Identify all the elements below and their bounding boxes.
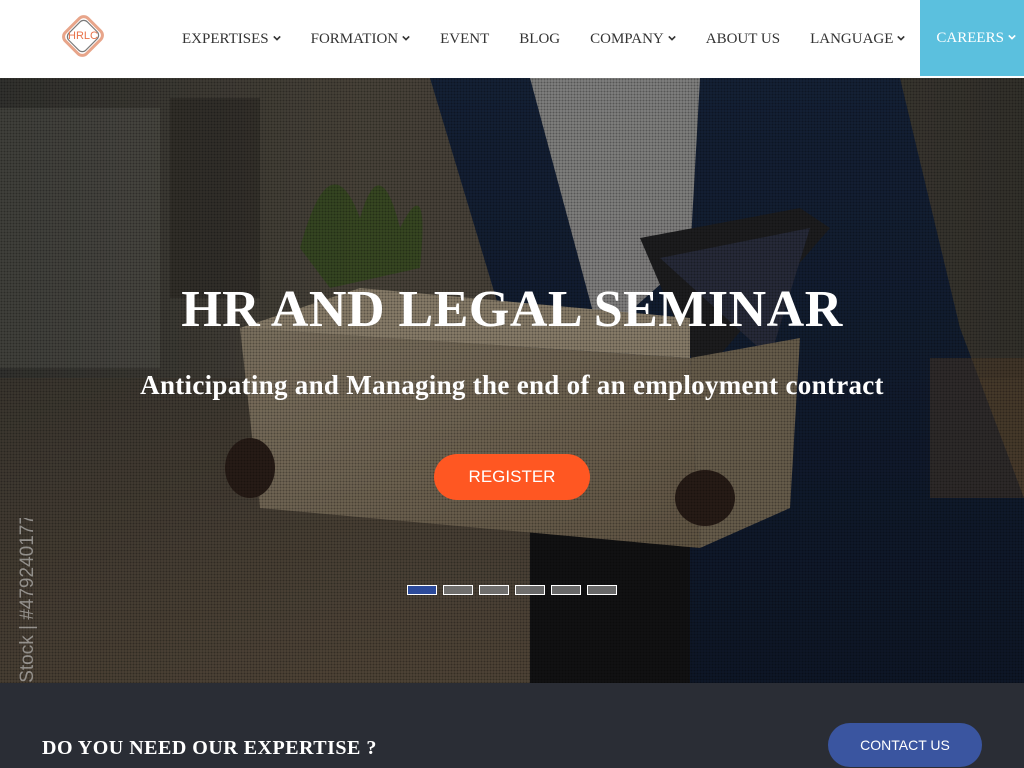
menu-event-label: EVENT [440,30,490,47]
chevron-down-icon [897,35,906,41]
menu-expertises[interactable]: EXPERTISES [167,0,296,78]
expertise-question: DO YOU NEED OUR EXPERTISE ? [42,737,377,759]
expertise-cta-section: DO YOU NEED OUR EXPERTISE ? CONTACT US [0,683,1024,768]
main-menu: EXPERTISES FORMATION EVENT BLOG COMPANY … [167,0,1024,78]
menu-formation-label: FORMATION [310,30,399,47]
menu-expertises-label: EXPERTISES [182,30,269,47]
carousel-indicator[interactable] [479,585,509,595]
menu-careers[interactable]: CAREERS [920,0,1024,76]
company-logo[interactable]: HRLC [60,12,106,60]
top-navbar: HRLC EXPERTISES FORMATION EVENT BLOG COM… [0,0,1024,78]
carousel-indicator[interactable] [443,585,473,595]
carousel-indicator[interactable] [551,585,581,595]
logo-text: HRLC [68,30,98,42]
carousel-indicator[interactable] [587,585,617,595]
chevron-down-icon [402,35,410,41]
contact-us-button[interactable]: CONTACT US [828,723,982,767]
chevron-down-icon [272,35,281,41]
menu-careers-label: CAREERS [936,29,1004,46]
menu-about-us[interactable]: ABOUT US [691,0,795,78]
chevron-down-icon [1008,34,1016,40]
hero-subtitle: Anticipating and Managing the end of an … [140,370,884,400]
menu-formation[interactable]: FORMATION [296,0,426,78]
register-button[interactable]: REGISTER [434,454,590,500]
menu-company[interactable]: COMPANY [575,0,691,78]
hero-title: HR AND LEGAL SEMINAR [181,281,843,338]
carousel-indicator[interactable] [515,585,545,595]
stock-watermark: Adobe Stock | #479240177 [17,518,38,683]
menu-language[interactable]: LANGUAGE [795,0,920,78]
menu-blog-label: BLOG [519,30,561,47]
stock-watermark-text: Adobe Stock | #479240177 [17,518,38,683]
menu-language-label: LANGUAGE [810,30,894,47]
menu-about-us-label: ABOUT US [705,30,781,47]
carousel-indicators [407,585,617,595]
menu-blog[interactable]: BLOG [504,0,575,78]
chevron-down-icon [667,35,676,41]
menu-event[interactable]: EVENT [425,0,504,78]
menu-company-label: COMPANY [590,30,664,47]
hero-carousel[interactable]: Adobe Stock | #479240177 HR AND LEGAL SE… [0,78,1024,683]
carousel-indicator[interactable] [407,585,437,595]
